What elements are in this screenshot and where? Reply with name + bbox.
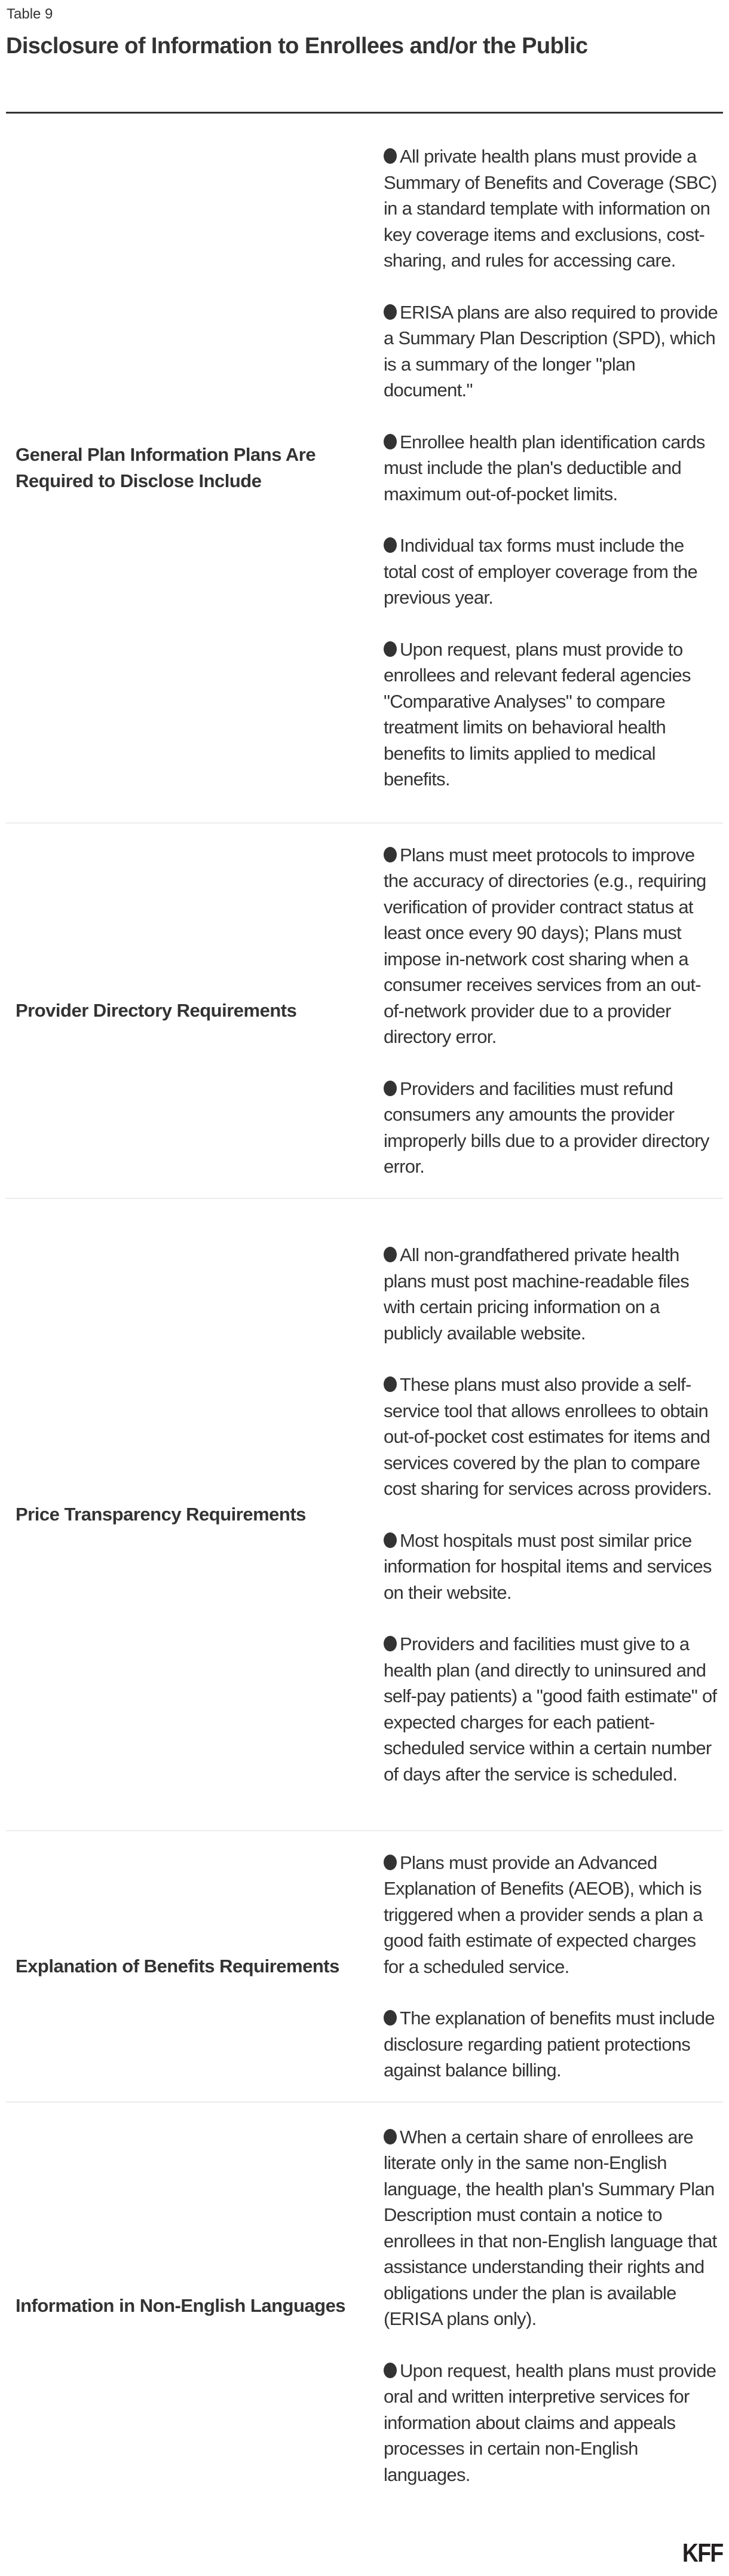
bullet-icon <box>384 1376 397 1392</box>
row-bullet-list: All non-grandfathered private health pla… <box>384 1237 723 1792</box>
bullet-item: Plans must provide an Advanced Explanati… <box>384 1850 719 1980</box>
table-row: Price Transparency Requirements All non-… <box>6 1199 723 1831</box>
bullet-icon <box>384 304 397 320</box>
bullet-item: Plans must meet protocols to improve the… <box>384 842 719 1050</box>
bullet-icon <box>384 148 397 164</box>
table-row: Provider Directory Requirements Plans mu… <box>6 824 723 1199</box>
bullet-text: All private health plans must provide a … <box>384 146 717 271</box>
disclosure-table: General Plan Information Plans Are Requi… <box>6 114 723 2509</box>
bullet-item: Providers and facilities must give to a … <box>384 1631 719 1787</box>
row-label: Explanation of Benefits Requirements <box>16 1956 339 1977</box>
bullet-text: Individual tax forms must include the to… <box>384 535 698 608</box>
bullet-text: Most hospitals must post similar price i… <box>384 1529 712 1603</box>
bullet-text: These plans must also provide a self-ser… <box>384 1374 712 1499</box>
bullet-item: When a certain share of enrollees are li… <box>384 2124 719 2332</box>
bullet-text: Providers and facilities must give to a … <box>384 1633 717 1785</box>
bullet-icon <box>384 1636 397 1651</box>
bullet-icon <box>384 537 397 553</box>
row-bullet-list: All private health plans must provide a … <box>384 139 723 797</box>
bullet-text: Providers and facilities must refund con… <box>384 1078 709 1177</box>
bullet-item: Individual tax forms must include the to… <box>384 533 719 611</box>
row-label: Provider Directory Requirements <box>16 1000 297 1021</box>
bullet-item: Enrollee health plan identification card… <box>384 429 719 507</box>
bullet-icon <box>384 2010 397 2026</box>
row-label: Information in Non-English Languages <box>16 2295 346 2316</box>
bullet-icon <box>384 1532 397 1548</box>
bullet-text: Plans must meet protocols to improve the… <box>384 844 706 1048</box>
bullet-text: Enrollee health plan identification card… <box>384 431 705 504</box>
kff-logo: KFF <box>682 2538 724 2568</box>
bullet-text: Upon request, health plans must provide … <box>384 2360 716 2485</box>
bullet-item: These plans must also provide a self-ser… <box>384 1372 719 1502</box>
bullet-text: Upon request, plans must provide to enro… <box>384 638 691 790</box>
row-bullet-list: Plans must provide an Advanced Explanati… <box>384 1845 723 2088</box>
bullet-icon <box>384 1854 397 1870</box>
bullet-text: All non-grandfathered private health pla… <box>384 1244 690 1344</box>
bullet-icon <box>384 2362 397 2378</box>
table-number-label: Table 9 <box>7 6 53 22</box>
bullet-icon <box>384 641 397 657</box>
bullet-icon <box>384 2128 397 2144</box>
page-title: Disclosure of Information to Enrollees a… <box>6 33 588 59</box>
bullet-icon <box>384 1080 397 1096</box>
bullet-item: All non-grandfathered private health pla… <box>384 1242 719 1346</box>
row-label: General Plan Information Plans Are Requi… <box>16 444 316 491</box>
bullet-text: The explanation of benefits must include… <box>384 2008 715 2081</box>
table-row: Explanation of Benefits Requirements Pla… <box>6 1831 723 2103</box>
bullet-text: ERISA plans are also required to provide… <box>384 301 718 401</box>
bullet-item: All private health plans must provide a … <box>384 143 719 274</box>
bullet-text: Plans must provide an Advanced Explanati… <box>384 1852 703 1977</box>
row-bullet-list: When a certain share of enrollees are li… <box>384 2119 723 2493</box>
bullet-item: ERISA plans are also required to provide… <box>384 299 719 403</box>
bullet-item: Most hospitals must post similar price i… <box>384 1528 719 1606</box>
bullet-item: The explanation of benefits must include… <box>384 2005 719 2084</box>
row-label: Price Transparency Requirements <box>16 1504 306 1525</box>
bullet-icon <box>384 846 397 862</box>
bullet-icon <box>384 1247 397 1262</box>
table-row: General Plan Information Plans Are Requi… <box>6 114 723 824</box>
bullet-item: Upon request, health plans must provide … <box>384 2358 719 2488</box>
bullet-item: Providers and facilities must refund con… <box>384 1076 719 1180</box>
bullet-icon <box>384 433 397 449</box>
bullet-text: When a certain share of enrollees are li… <box>384 2126 717 2330</box>
row-bullet-list: Plans must meet protocols to improve the… <box>384 837 723 1185</box>
bullet-item: Upon request, plans must provide to enro… <box>384 637 719 793</box>
table-row: Information in Non-English Languages Whe… <box>6 2103 723 2509</box>
